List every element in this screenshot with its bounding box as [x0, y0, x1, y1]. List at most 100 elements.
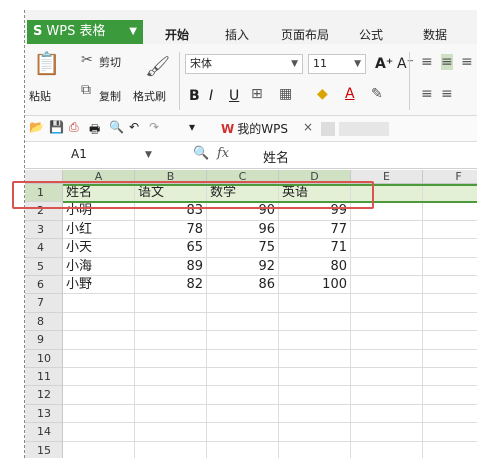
- cell[interactable]: [351, 404, 423, 424]
- align-left-icon[interactable]: ≡: [421, 86, 433, 102]
- cell[interactable]: [423, 313, 477, 332]
- cell[interactable]: [207, 331, 279, 350]
- cell[interactable]: [63, 441, 135, 458]
- cell[interactable]: [63, 423, 135, 442]
- paste-icon[interactable]: 📋: [33, 52, 60, 77]
- cell[interactable]: 100: [279, 276, 351, 295]
- cell[interactable]: 80: [279, 257, 351, 276]
- row-header[interactable]: 11: [25, 368, 63, 387]
- cell[interactable]: 96: [207, 220, 279, 240]
- doc-tab-my-wps[interactable]: W 我的WPS: [221, 120, 288, 137]
- copy-icon[interactable]: ⧉: [81, 82, 91, 98]
- cell[interactable]: [351, 331, 423, 350]
- column-header-f[interactable]: F: [423, 170, 477, 184]
- cell[interactable]: [423, 221, 477, 240]
- cell[interactable]: 小红: [63, 220, 135, 240]
- row-header[interactable]: 8: [25, 312, 63, 332]
- cell[interactable]: 75: [207, 239, 279, 258]
- row-header[interactable]: 6: [25, 276, 63, 295]
- undo-icon[interactable]: ↶: [129, 120, 139, 134]
- cell[interactable]: [135, 349, 207, 368]
- cell[interactable]: [423, 294, 477, 313]
- clear-format-icon[interactable]: ✎: [371, 86, 383, 102]
- align-middle-icon[interactable]: ≡: [441, 54, 453, 70]
- cell[interactable]: [279, 404, 351, 424]
- fx-button[interactable]: fx: [217, 146, 229, 161]
- cell[interactable]: 小天: [63, 239, 135, 258]
- cell[interactable]: [279, 312, 351, 332]
- cell[interactable]: [423, 350, 477, 368]
- cell[interactable]: 89: [135, 257, 207, 276]
- zoom-icon[interactable]: 🔍: [193, 146, 209, 161]
- cell[interactable]: [351, 220, 423, 240]
- cell[interactable]: [279, 349, 351, 368]
- save-icon[interactable]: 💾: [49, 120, 64, 134]
- cell[interactable]: [207, 294, 279, 313]
- cell[interactable]: 92: [207, 257, 279, 276]
- shrink-font-icon[interactable]: A⁻: [397, 56, 414, 72]
- cell[interactable]: [423, 276, 477, 295]
- cell[interactable]: [279, 441, 351, 458]
- tab-data[interactable]: 数据: [423, 26, 447, 43]
- align-bottom-icon[interactable]: ≡: [461, 54, 473, 70]
- cell[interactable]: [207, 368, 279, 387]
- cell[interactable]: [135, 386, 207, 405]
- cell[interactable]: [423, 202, 477, 221]
- row-header[interactable]: 15: [25, 441, 63, 458]
- name-box[interactable]: A1: [71, 147, 87, 161]
- cell[interactable]: [135, 331, 207, 350]
- cell[interactable]: [135, 441, 207, 458]
- cell[interactable]: [423, 331, 477, 350]
- cell[interactable]: [351, 294, 423, 313]
- cell[interactable]: 小海: [63, 257, 135, 276]
- border-icon[interactable]: ⊞: [251, 86, 263, 102]
- tab-insert[interactable]: 插入: [225, 26, 249, 43]
- row-header[interactable]: 10: [25, 349, 63, 368]
- close-tab-button[interactable]: ×: [303, 120, 313, 134]
- cell[interactable]: [351, 423, 423, 442]
- cell[interactable]: [423, 405, 477, 424]
- customize-toolbar-icon[interactable]: ▾: [189, 120, 195, 134]
- cell[interactable]: [423, 368, 477, 387]
- cell[interactable]: [351, 239, 423, 258]
- cell[interactable]: [63, 368, 135, 387]
- cell[interactable]: [423, 386, 477, 405]
- scissors-icon[interactable]: ✂: [81, 52, 93, 68]
- doc-tab-title[interactable]: [339, 122, 389, 136]
- copy-button[interactable]: 复制: [99, 88, 121, 104]
- fill-color-icon[interactable]: ◆: [317, 86, 328, 102]
- cell[interactable]: [63, 349, 135, 368]
- format-painter-icon[interactable]: 🖌: [145, 54, 170, 78]
- tab-formula[interactable]: 公式: [359, 26, 383, 43]
- grow-font-icon[interactable]: A⁺: [375, 56, 393, 72]
- cell[interactable]: 82: [135, 276, 207, 295]
- align-top-icon[interactable]: ≡: [421, 54, 433, 70]
- export-pdf-icon[interactable]: ⎙: [69, 120, 79, 135]
- tab-page-layout[interactable]: 页面布局: [281, 26, 329, 43]
- cell[interactable]: 86: [207, 276, 279, 295]
- app-menu-button[interactable]: S WPS 表格 ▼: [27, 20, 143, 44]
- cut-button[interactable]: 剪切: [99, 54, 121, 70]
- row-header[interactable]: 4: [25, 239, 63, 258]
- cell[interactable]: [279, 386, 351, 405]
- cell[interactable]: [207, 441, 279, 458]
- cell[interactable]: [423, 442, 477, 458]
- cell[interactable]: 71: [279, 239, 351, 258]
- format-painter-button[interactable]: 格式刷: [133, 88, 166, 104]
- font-color-button[interactable]: A: [345, 86, 355, 102]
- cell[interactable]: [135, 368, 207, 387]
- row-header[interactable]: 7: [25, 294, 63, 313]
- cell[interactable]: [63, 331, 135, 350]
- cell[interactable]: [63, 404, 135, 424]
- row-header[interactable]: 3: [25, 220, 63, 240]
- redo-icon[interactable]: ↷: [149, 120, 159, 134]
- formula-input[interactable]: 姓名: [263, 147, 289, 166]
- cell[interactable]: 78: [135, 220, 207, 240]
- cell[interactable]: [207, 349, 279, 368]
- cell[interactable]: 77: [279, 220, 351, 240]
- print-icon[interactable]: 🖶: [89, 120, 100, 141]
- cell[interactable]: [423, 184, 477, 203]
- row-header[interactable]: 12: [25, 386, 63, 405]
- cell[interactable]: [135, 294, 207, 313]
- cell[interactable]: [207, 404, 279, 424]
